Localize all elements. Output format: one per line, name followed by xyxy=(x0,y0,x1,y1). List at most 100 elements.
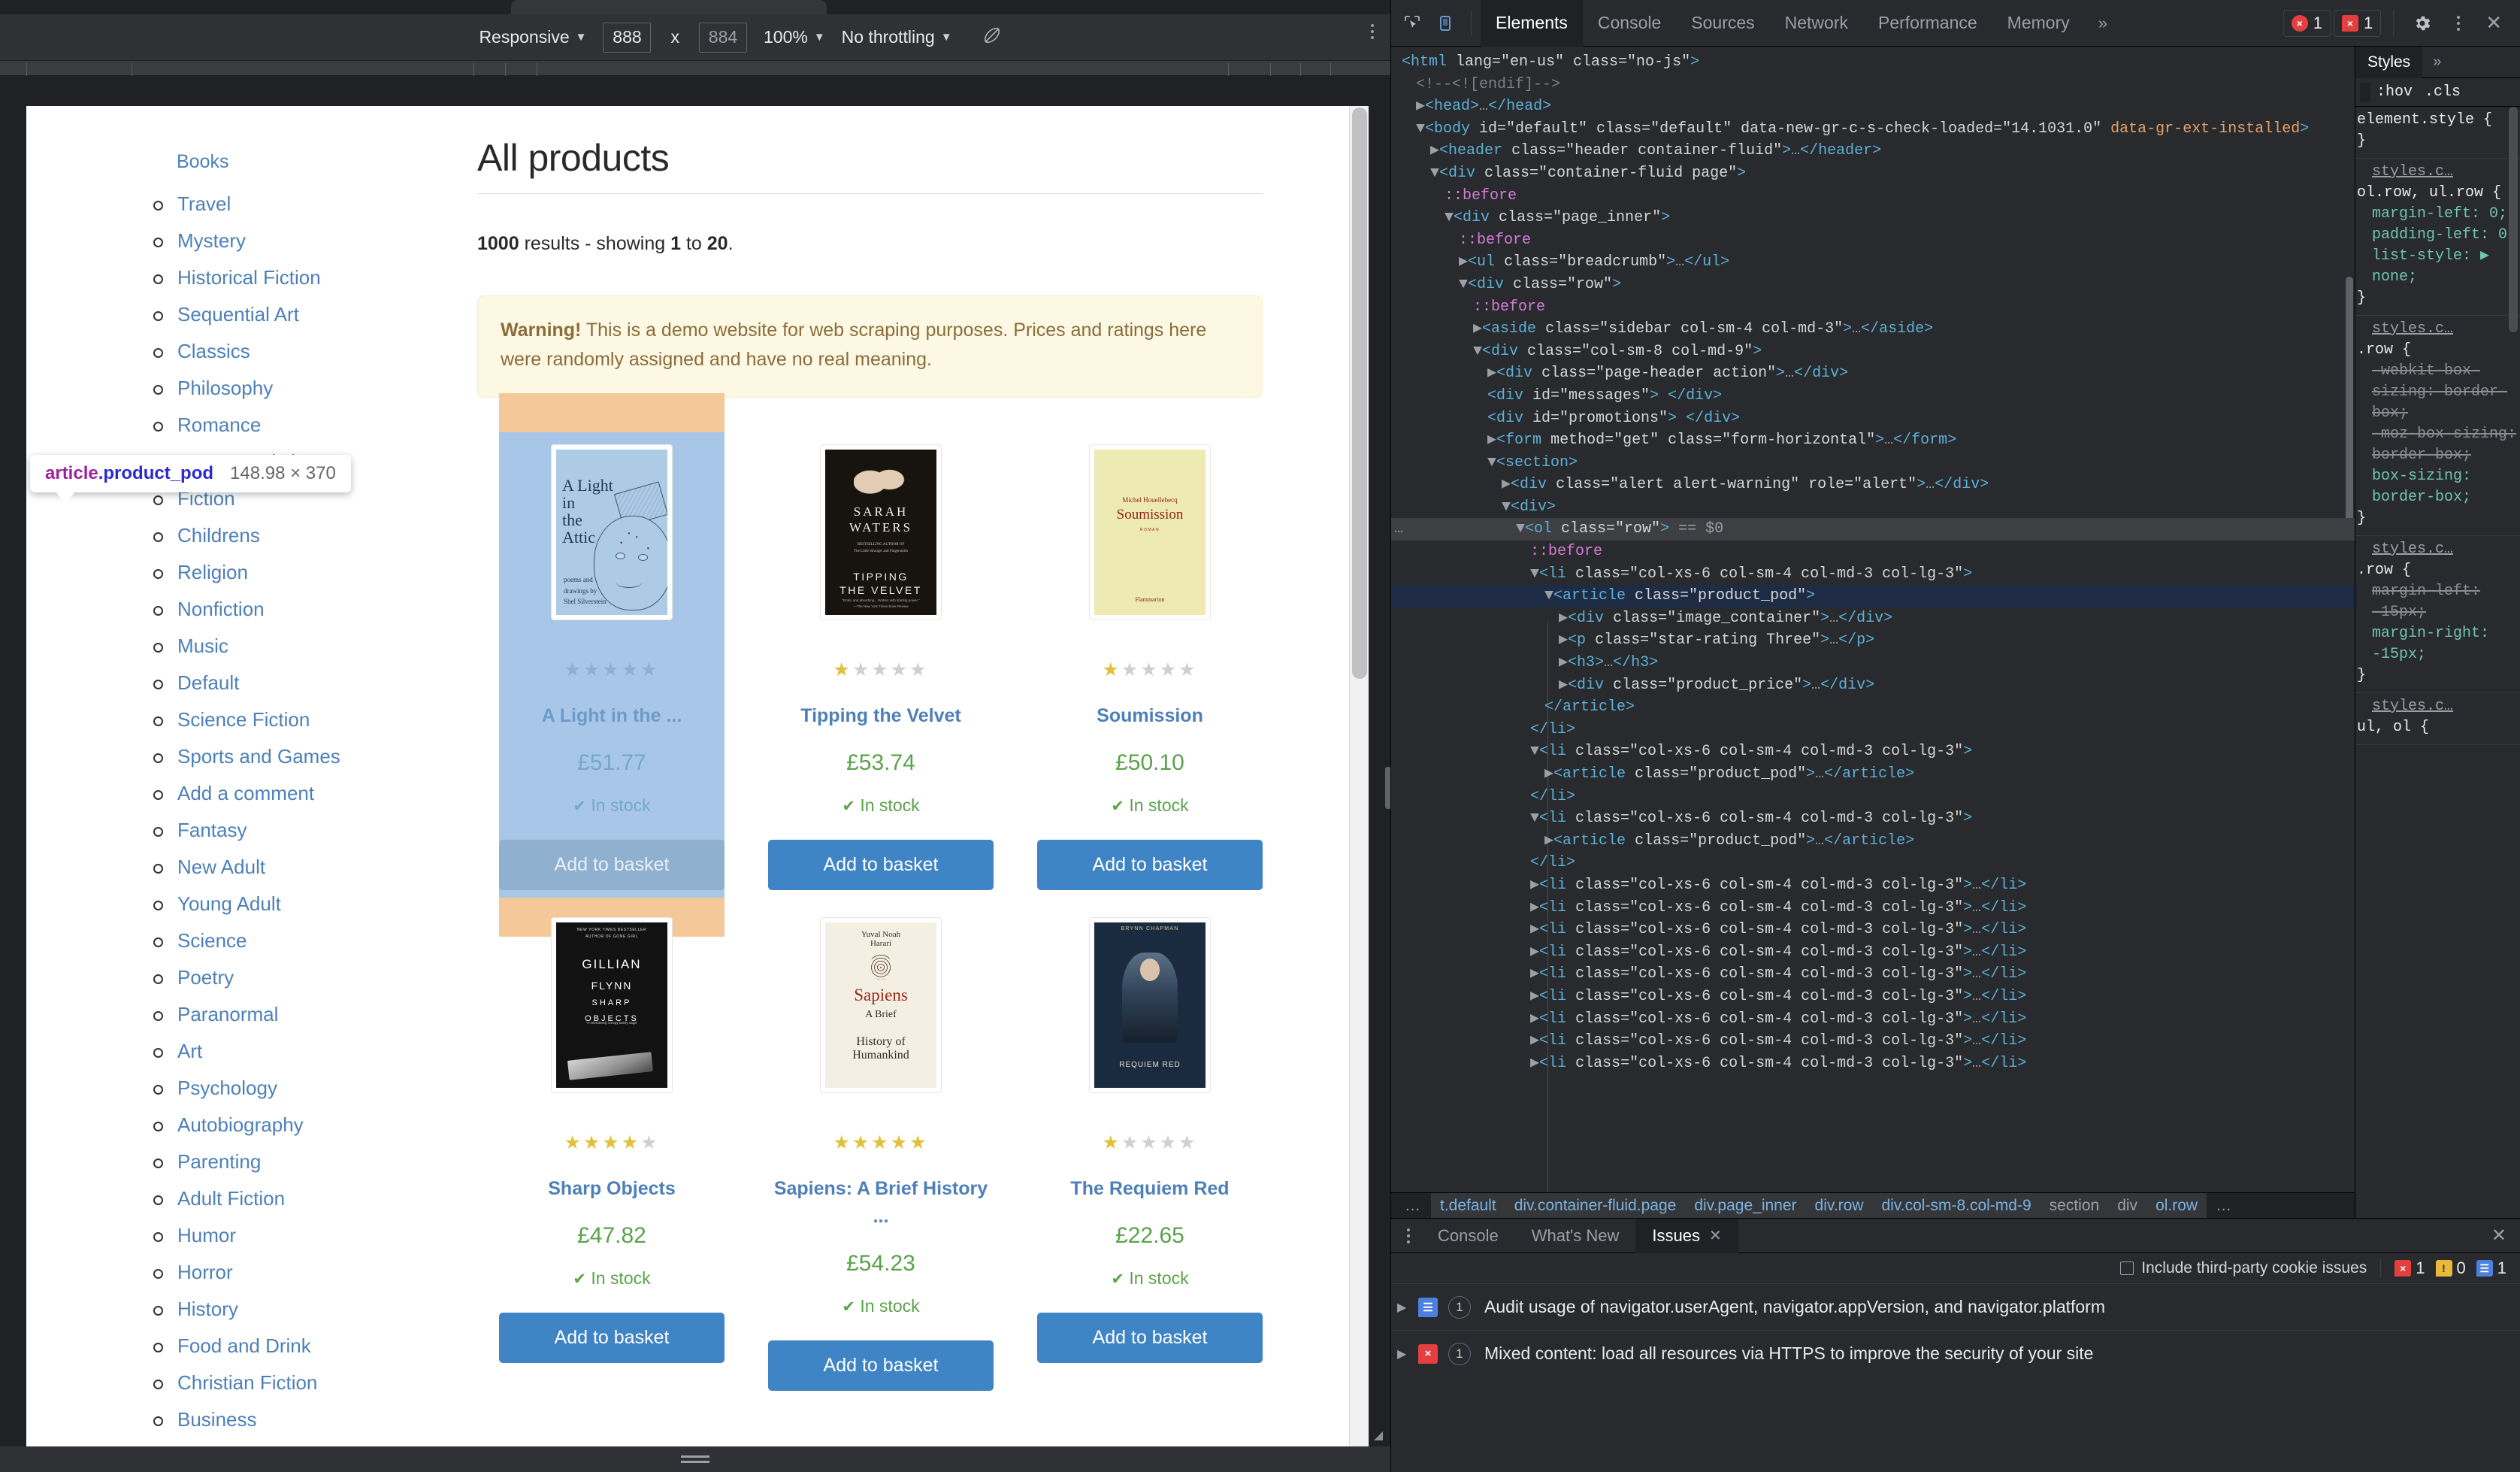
dom-node-row[interactable]: ▶<li class="col-xs-6 col-sm-4 col-md-3 c… xyxy=(1391,1053,2355,1075)
sidebar-item-label[interactable]: Sports and Games xyxy=(177,745,340,768)
sidebar-item-fantasy[interactable]: Fantasy xyxy=(143,819,477,842)
chevron-right-icon[interactable]: ▶ xyxy=(1559,610,1568,627)
dom-node-row[interactable]: ▼<ol class="row"> == $0… xyxy=(1391,518,2355,541)
sidebar-item-childrens[interactable]: Childrens xyxy=(143,524,477,547)
style-rule-selector[interactable]: .row { xyxy=(2355,560,2520,581)
breadcrumb-item[interactable]: div xyxy=(2108,1195,2146,1217)
style-rule-origin[interactable]: styles.c… xyxy=(2355,696,2520,717)
dom-node-row[interactable]: ▶<li class="col-xs-6 col-sm-4 col-md-3 c… xyxy=(1391,874,2355,897)
sidebar-item-label[interactable]: Philosophy xyxy=(177,377,273,399)
dom-node-row[interactable]: ▶<h3>…</h3> xyxy=(1391,652,2355,674)
chevron-down-icon[interactable]: ▼ xyxy=(1530,743,1539,760)
device-zoom-dropdown[interactable]: 100% ▼ xyxy=(764,27,825,47)
style-declaration[interactable]: padding-left: 0; xyxy=(2355,225,2520,246)
dom-node-row[interactable]: ▶<div class="image_container">…</div> xyxy=(1391,607,2355,630)
dom-node-row[interactable]: ▶<article class="product_pod">…</article… xyxy=(1391,763,2355,786)
style-rule-origin[interactable]: styles.c… xyxy=(2355,539,2520,560)
dom-node-row[interactable]: ::before xyxy=(1391,229,2355,252)
dom-node-row[interactable]: ▶<li class="col-xs-6 col-sm-4 col-md-3 c… xyxy=(1391,986,2355,1008)
sidebar-item-label[interactable]: Classics xyxy=(177,340,250,362)
rotate-device-icon[interactable] xyxy=(982,26,1002,50)
dom-node-row[interactable]: ▶<p class="star-rating Three">…</p> xyxy=(1391,629,2355,652)
drawer-tab-console[interactable]: Console xyxy=(1421,1219,1515,1253)
chevron-down-icon[interactable]: ▼ xyxy=(1459,276,1468,293)
add-to-basket-button[interactable]: Add to basket xyxy=(499,1312,725,1363)
device-width-input[interactable]: 888 xyxy=(603,22,652,53)
chevron-down-icon[interactable]: ▼ xyxy=(1516,520,1525,538)
sidebar-item-poetry[interactable]: Poetry xyxy=(143,966,477,989)
sidebar-item-nonfiction[interactable]: Nonfiction xyxy=(143,598,477,621)
chevron-down-icon[interactable]: ▼ xyxy=(1502,498,1511,516)
breadcrumb-item[interactable]: div.row xyxy=(1806,1195,1873,1217)
toggle-hover-state[interactable]: :hov xyxy=(2376,83,2413,101)
toggle-element-classes[interactable]: .cls xyxy=(2425,83,2461,101)
chevron-right-icon[interactable]: ▶ xyxy=(1530,1032,1539,1049)
sidebar-item-label[interactable]: Science Fiction xyxy=(177,708,310,731)
dom-node-row[interactable]: ▶<aside class="sidebar col-sm-4 col-md-3… xyxy=(1391,318,2355,341)
sidebar-item-label[interactable]: Default xyxy=(177,671,239,694)
dom-node-row[interactable]: <div id="messages"> </div> xyxy=(1391,385,2355,407)
dom-node-row[interactable]: ▶<form method="get" class="form-horizont… xyxy=(1391,429,2355,452)
sidebar-item-label[interactable]: Food and Drink xyxy=(177,1334,311,1357)
dom-node-row[interactable]: ▶<li class="col-xs-6 col-sm-4 col-md-3 c… xyxy=(1391,941,2355,964)
sidebar-item-label[interactable]: Psychology xyxy=(177,1077,277,1099)
style-declaration[interactable]: -moz-box-sizing: border-box; xyxy=(2355,424,2520,466)
sidebar-item-psychology[interactable]: Psychology xyxy=(143,1077,477,1100)
close-icon[interactable]: ✕ xyxy=(1709,1226,1722,1245)
error-count-badge[interactable]: × 1 xyxy=(2283,9,2331,37)
dom-node-row[interactable]: ▶<li class="col-xs-6 col-sm-4 col-md-3 c… xyxy=(1391,1008,2355,1031)
chevron-right-icon[interactable]: ▶ xyxy=(1473,320,1482,338)
page-scrollbar[interactable] xyxy=(1349,106,1369,1472)
dom-node-row[interactable]: ▼<li class="col-xs-6 col-sm-4 col-md-3 c… xyxy=(1391,741,2355,763)
styles-scrollbar-thumb[interactable] xyxy=(2509,107,2518,332)
styles-filter-input[interactable] xyxy=(2360,83,2370,102)
dom-node-row[interactable]: ::before xyxy=(1391,296,2355,319)
close-icon[interactable]: ✕ xyxy=(2478,1225,2520,1246)
sidebar-item-label[interactable]: Nonfiction xyxy=(177,598,265,620)
chevron-right-icon[interactable]: ▶ xyxy=(1544,832,1553,850)
sidebar-item-label[interactable]: Paranormal xyxy=(177,1003,278,1025)
dom-node-row[interactable]: ▼<body id="default" class="default" data… xyxy=(1391,118,2355,141)
sidebar-item-adult-fiction[interactable]: Adult Fiction xyxy=(143,1187,477,1210)
sidebar-item-label[interactable]: Historical Fiction xyxy=(177,266,321,289)
sidebar-item-label[interactable]: Art xyxy=(177,1040,202,1062)
style-rule-selector[interactable]: .row { xyxy=(2355,340,2520,361)
chevron-right-icon[interactable]: ▶ xyxy=(1459,253,1468,271)
product-title-link[interactable]: Tipping the Velvet xyxy=(800,705,961,726)
dom-node-row[interactable]: ▶<article class="product_pod">…</article… xyxy=(1391,830,2355,853)
dom-node-row[interactable]: ▶<div class="alert alert-warning" role="… xyxy=(1391,474,2355,496)
chevron-right-icon[interactable]: ▶ xyxy=(1544,765,1553,783)
product-image-container[interactable]: Yuval Noah Harari Sapiens A Brief Histor… xyxy=(820,916,942,1093)
tab-console[interactable]: Console xyxy=(1583,0,1676,47)
tab-network[interactable]: Network xyxy=(1770,0,1863,47)
sidebar-item-label[interactable]: Fantasy xyxy=(177,819,247,841)
product-title-link[interactable]: A Light in the ... xyxy=(542,705,682,726)
sidebar-item-label[interactable]: Christian Fiction xyxy=(177,1371,317,1394)
sidebar-item-business[interactable]: Business xyxy=(143,1408,477,1431)
sidebar-item-label[interactable]: Science xyxy=(177,929,247,952)
product-image-container[interactable]: NEW YORK TIMES BESTSELLER AUTHOR OF GONE … xyxy=(551,916,673,1093)
inspect-element-icon[interactable] xyxy=(1396,7,1429,40)
sidebar-item-classics[interactable]: Classics xyxy=(143,340,477,363)
dom-node-row[interactable]: ▼<section> xyxy=(1391,452,2355,474)
breadcrumb-item[interactable]: div.container-fluid.page xyxy=(1505,1195,1686,1217)
breadcrumb-item[interactable]: div.col-sm-8.col-md-9 xyxy=(1873,1195,2041,1217)
chevron-right-icon[interactable]: ▶ xyxy=(1530,1010,1539,1028)
sidebar-item-mystery[interactable]: Mystery xyxy=(143,229,477,253)
sidebar-item-philosophy[interactable]: Philosophy xyxy=(143,377,477,400)
sidebar-item-label[interactable]: Parenting xyxy=(177,1150,261,1173)
dom-node-row[interactable]: ▶<head>…</head> xyxy=(1391,95,2355,118)
sidebar-item-history[interactable]: History xyxy=(143,1298,477,1321)
sidebar-item-religion[interactable]: Religion xyxy=(143,561,477,584)
sidebar-item-label[interactable]: Add a comment xyxy=(177,782,314,804)
sidebar-item-label[interactable]: Mystery xyxy=(177,229,246,252)
close-icon[interactable]: ✕ xyxy=(2478,11,2509,35)
sidebar-item-art[interactable]: Art xyxy=(143,1040,477,1063)
product-image-container[interactable]: SARAH WATERS BESTSELLING AUTHOR OF The Lit… xyxy=(820,444,942,620)
chevron-right-icon[interactable]: ▶ xyxy=(1530,877,1539,894)
style-declaration[interactable]: margin-right: -15px; xyxy=(2355,623,2520,665)
dom-node-row[interactable]: ▶<li class="col-xs-6 col-sm-4 col-md-3 c… xyxy=(1391,919,2355,941)
network-throttling-dropdown[interactable]: No throttling ▼ xyxy=(842,27,952,47)
toggle-device-toolbar-icon[interactable] xyxy=(1429,7,1462,40)
style-declaration[interactable]: box-sizing: border-box; xyxy=(2355,466,2520,508)
